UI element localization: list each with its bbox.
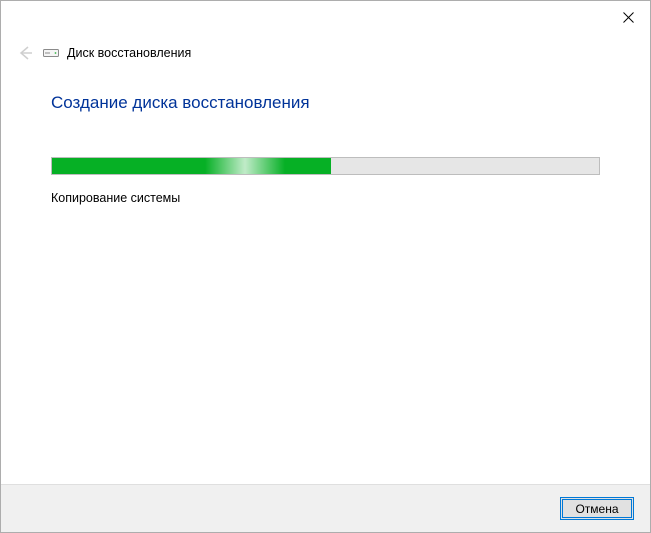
progress-fill — [52, 158, 331, 174]
close-icon — [623, 12, 634, 23]
back-arrow-icon — [16, 44, 34, 62]
header-row: Диск восстановления — [1, 43, 650, 63]
close-button[interactable] — [606, 3, 650, 31]
window-title: Диск восстановления — [67, 46, 191, 60]
wizard-window: Диск восстановления Создание диска восст… — [0, 0, 651, 533]
page-title: Создание диска восстановления — [51, 93, 600, 113]
content-area: Создание диска восстановления Копировани… — [1, 63, 650, 484]
progress-bar — [51, 157, 600, 175]
status-text: Копирование системы — [51, 191, 600, 205]
cancel-button[interactable]: Отмена — [560, 497, 634, 520]
drive-icon — [43, 47, 59, 59]
titlebar — [1, 1, 650, 33]
footer: Отмена — [1, 484, 650, 532]
back-button — [15, 43, 35, 63]
